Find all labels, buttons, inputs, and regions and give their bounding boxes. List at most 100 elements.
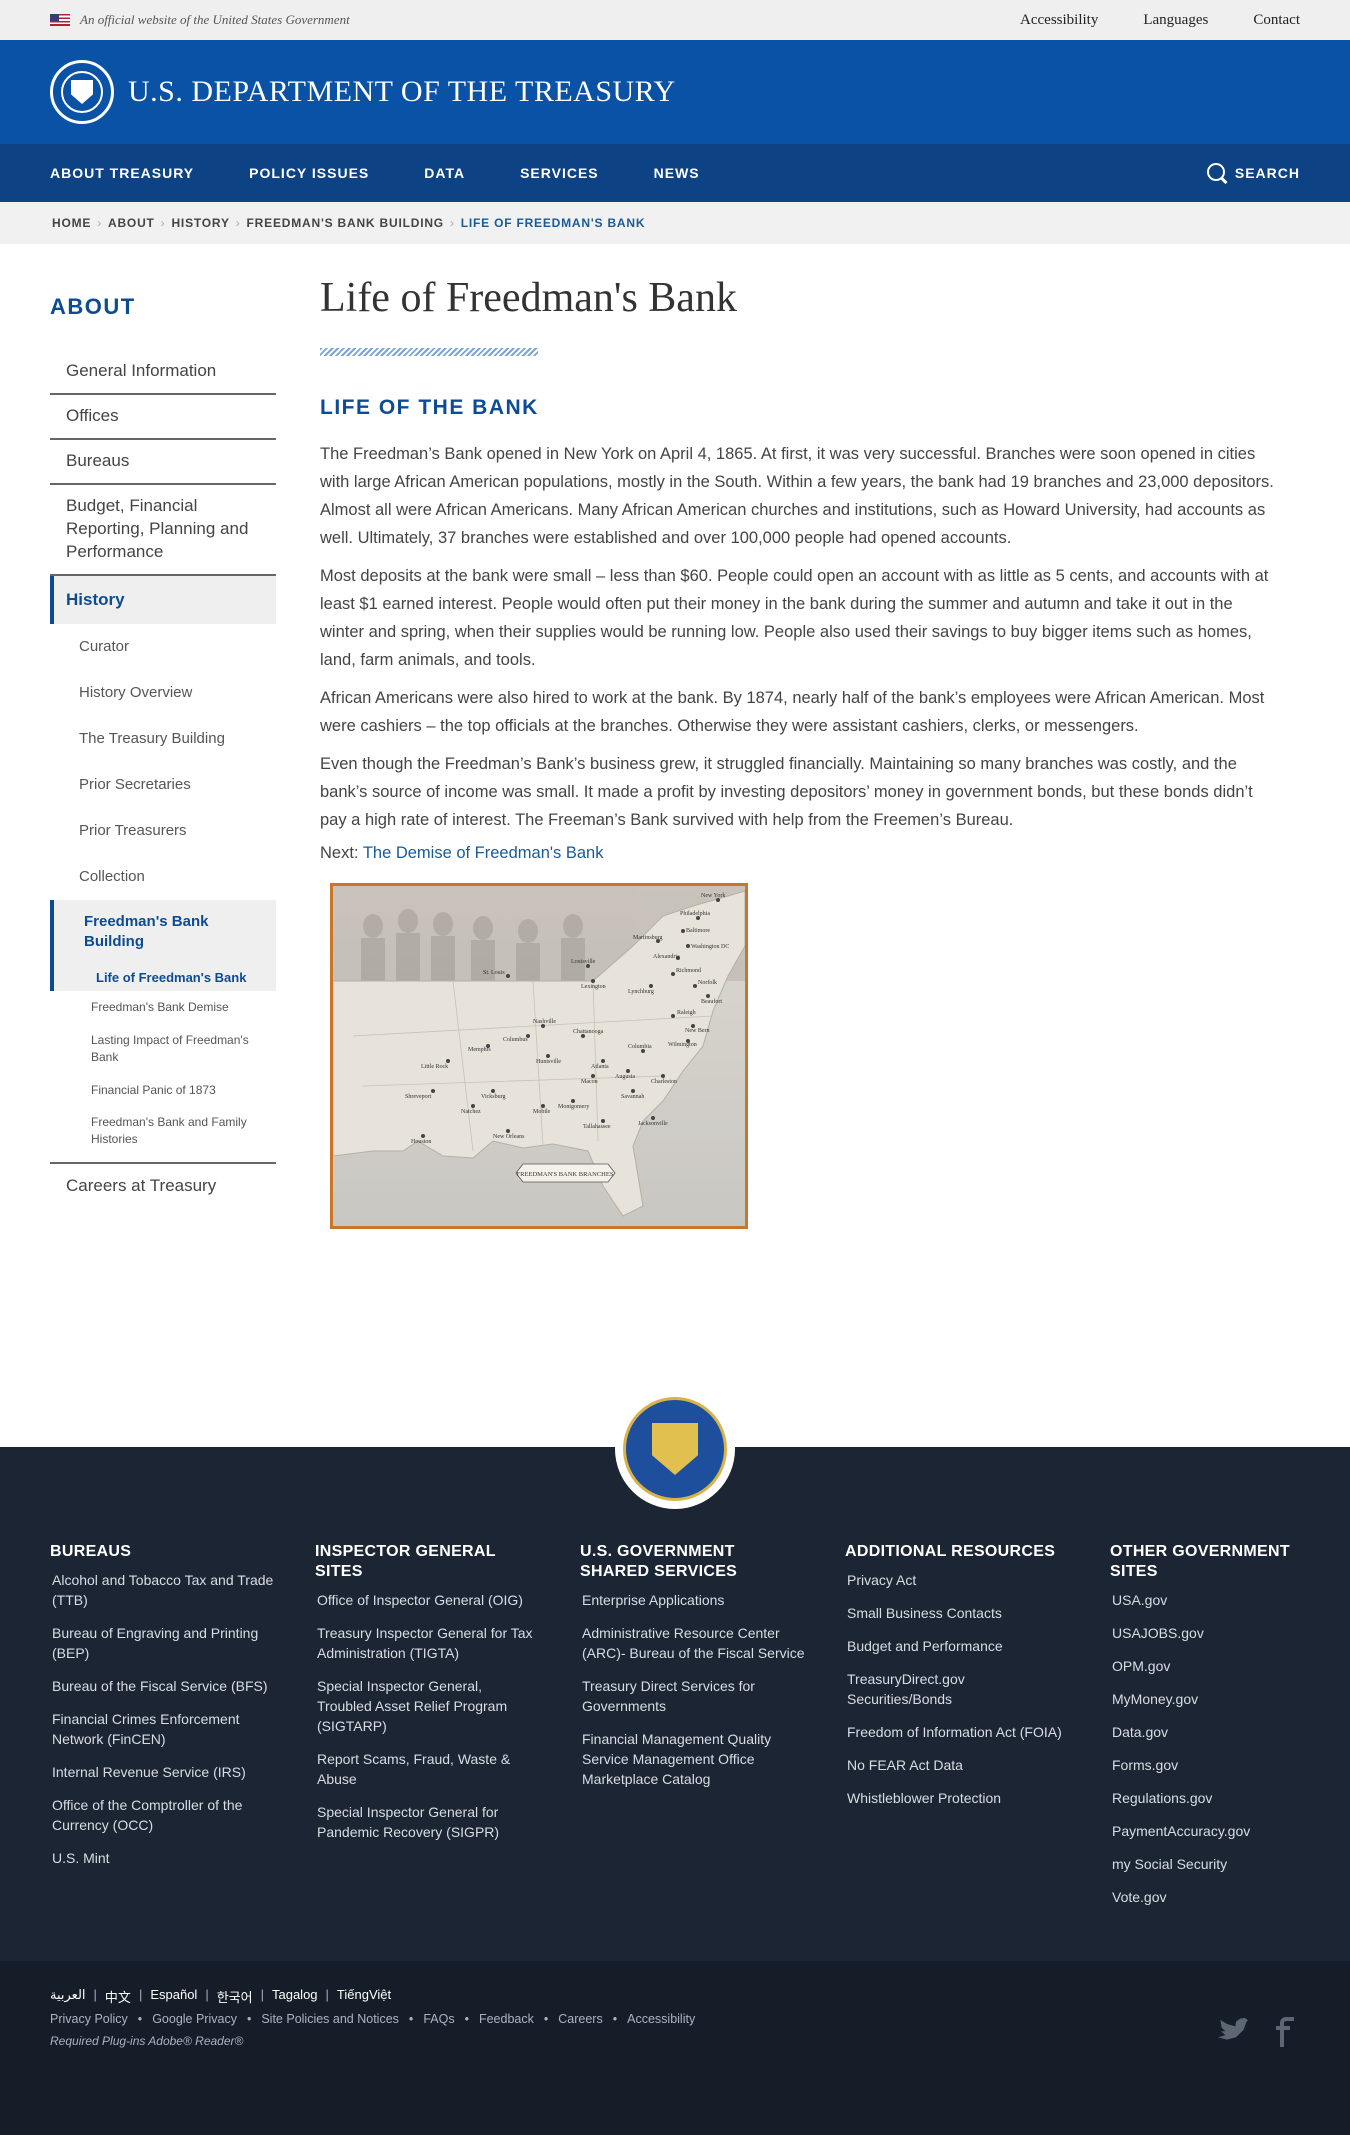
sidebar-subitem-prior-secretaries[interactable]: Prior Secretaries — [50, 762, 276, 808]
footer-link[interactable]: Budget and Performance — [845, 1636, 1070, 1656]
site-title[interactable]: U.S. DEPARTMENT OF THE TREASURY — [128, 75, 676, 109]
footer-col-title: OTHER GOVERNMENT SITES — [1110, 1543, 1290, 1580]
footer-link[interactable]: Special Inspector General, Troubled Asse… — [315, 1676, 540, 1736]
footer-link[interactable]: TreasuryDirect.gov Securities/Bonds — [845, 1669, 1070, 1709]
sidebar-subitem-lasting-impact[interactable]: Lasting Impact of Freedman's Bank — [50, 1024, 276, 1074]
footer-link[interactable]: Regulations.gov — [1110, 1788, 1335, 1808]
footer-link[interactable]: Internal Revenue Service (IRS) — [50, 1762, 275, 1782]
svg-text:Lexington: Lexington — [581, 984, 606, 990]
breadcrumb-home[interactable]: HOME — [52, 216, 91, 230]
breadcrumb-freedmans-bank-building[interactable]: FREEDMAN'S BANK BUILDING — [247, 216, 444, 230]
careers-link[interactable]: Careers — [558, 2012, 602, 2026]
branch-map-illustration: New York Philadelphia Baltimore Martinsb… — [333, 886, 745, 1226]
footer-link[interactable]: Treasury Inspector General for Tax Admin… — [315, 1623, 540, 1663]
site-header: U.S. DEPARTMENT OF THE TREASURY — [0, 40, 1350, 144]
freedmans-bank-branches-map[interactable]: New York Philadelphia Baltimore Martinsb… — [330, 883, 748, 1229]
facebook-icon[interactable] — [1276, 2017, 1294, 2047]
footer-link[interactable]: Bureau of the Fiscal Service (BFS) — [50, 1676, 275, 1696]
sidebar-subitem-curator[interactable]: Curator — [50, 624, 276, 670]
language-link[interactable]: 한국어 — [217, 1987, 253, 2006]
search-icon — [1206, 163, 1227, 183]
map-title-banner: FREEDMAN'S BANK BRANCHES — [515, 1163, 616, 1183]
footer-link[interactable]: Report Scams, Fraud, Waste & Abuse — [315, 1749, 540, 1789]
sidebar-subitem-treasury-building[interactable]: The Treasury Building — [50, 716, 276, 762]
nav-news[interactable]: NEWS — [654, 165, 700, 181]
footer-link[interactable]: Financial Management Quality Service Man… — [580, 1729, 805, 1789]
sidebar-item-careers[interactable]: Careers at Treasury — [50, 1164, 276, 1208]
footer-link[interactable]: Data.gov — [1110, 1722, 1335, 1742]
footer-link[interactable]: MyMoney.gov — [1110, 1689, 1335, 1709]
feedback-link[interactable]: Feedback — [479, 2012, 534, 2026]
sidebar-subitem-family-histories[interactable]: Freedman's Bank and Family Histories — [50, 1106, 276, 1156]
sidebar-item-budget[interactable]: Budget, Financial Reporting, Planning an… — [50, 485, 276, 576]
svg-text:Philadelphia: Philadelphia — [680, 911, 710, 917]
languages-link[interactable]: Languages — [1143, 12, 1208, 29]
nav-policy-issues[interactable]: POLICY ISSUES — [249, 165, 369, 181]
twitter-icon[interactable] — [1218, 2018, 1248, 2040]
paragraph: The Freedman’s Bank opened in New York o… — [320, 445, 1274, 547]
footer-link[interactable]: U.S. Mint — [50, 1848, 275, 1868]
sidebar-subitem-bank-demise[interactable]: Freedman's Bank Demise — [50, 991, 276, 1024]
breadcrumb-history[interactable]: HISTORY — [171, 216, 229, 230]
sidebar-subitem-freedmans-bank-building-link[interactable]: Freedman's Bank Building — [84, 912, 262, 953]
google-privacy-link[interactable]: Google Privacy — [152, 2012, 237, 2026]
sidebar-subitem-prior-treasurers[interactable]: Prior Treasurers — [50, 808, 276, 854]
footer-link[interactable]: No FEAR Act Data — [845, 1755, 1070, 1775]
language-link[interactable]: العربية — [50, 1987, 86, 2006]
footer-link[interactable]: Administrative Resource Center (ARC)- Bu… — [580, 1623, 805, 1663]
svg-text:Columbus: Columbus — [503, 1037, 528, 1043]
privacy-policy-link[interactable]: Privacy Policy — [50, 2012, 128, 2026]
footer-link[interactable]: Whistleblower Protection — [845, 1788, 1070, 1808]
footer-link[interactable]: PaymentAccuracy.gov — [1110, 1821, 1335, 1841]
faqs-link[interactable]: FAQs — [423, 2012, 454, 2026]
nav-about-treasury[interactable]: ABOUT TREASURY — [50, 165, 194, 181]
footer-link[interactable]: Vote.gov — [1110, 1887, 1335, 1907]
footer-link[interactable]: USAJOBS.gov — [1110, 1623, 1335, 1643]
breadcrumb-about[interactable]: ABOUT — [108, 216, 155, 230]
nav-data[interactable]: DATA — [424, 165, 465, 181]
contact-link[interactable]: Contact — [1253, 12, 1300, 29]
language-link[interactable]: Español — [150, 1987, 197, 2006]
footer-link[interactable]: Office of Inspector General (OIG) — [315, 1590, 540, 1610]
footer-link[interactable]: my Social Security — [1110, 1854, 1335, 1874]
footer-link[interactable]: Special Inspector General for Pandemic R… — [315, 1802, 540, 1842]
svg-text:Vicksburg: Vicksburg — [481, 1094, 506, 1100]
next-page-link[interactable]: The Demise of Freedman's Bank — [363, 844, 604, 862]
footer-link[interactable]: Bureau of Engraving and Printing (BEP) — [50, 1623, 275, 1663]
footer-link[interactable]: Small Business Contacts — [845, 1603, 1070, 1623]
footer-link[interactable]: Office of the Comptroller of the Currenc… — [50, 1795, 275, 1835]
divider: | — [93, 1987, 97, 2002]
language-link[interactable]: Tagalog — [272, 1987, 318, 2006]
footer-link[interactable]: Enterprise Applications — [580, 1590, 805, 1610]
separator-dot: • — [464, 2012, 469, 2026]
footer-link[interactable]: Freedom of Information Act (FOIA) — [845, 1722, 1070, 1742]
sidebar-item-history[interactable]: History — [50, 575, 276, 624]
svg-text:Mobile: Mobile — [533, 1109, 551, 1115]
footer-link[interactable]: Treasury Direct Services for Governments — [580, 1676, 805, 1716]
accessibility-link[interactable]: Accessibility — [1020, 12, 1098, 29]
language-link[interactable]: TiếngViệt — [337, 1987, 391, 2006]
footer-link[interactable]: USA.gov — [1110, 1590, 1335, 1610]
adobe-reader-link[interactable]: Adobe® Reader® — [148, 2034, 243, 2048]
footer-accessibility-link[interactable]: Accessibility — [627, 2012, 695, 2026]
sidebar-item-offices[interactable]: Offices — [50, 395, 276, 440]
footer-link[interactable]: Alcohol and Tobacco Tax and Trade (TTB) — [50, 1570, 275, 1610]
language-link[interactable]: 中文 — [105, 1987, 131, 2006]
sidebar-subitem-collection[interactable]: Collection — [50, 854, 276, 900]
sidebar-item-general-information[interactable]: General Information — [50, 360, 276, 395]
search-button[interactable]: SEARCH — [1206, 144, 1300, 202]
footer-link[interactable]: Forms.gov — [1110, 1755, 1335, 1775]
footer-link[interactable]: Privacy Act — [845, 1570, 1070, 1590]
treasury-seal-logo[interactable] — [50, 60, 114, 124]
site-policies-link[interactable]: Site Policies and Notices — [261, 2012, 399, 2026]
nav-services[interactable]: SERVICES — [520, 165, 599, 181]
footer-link[interactable]: OPM.gov — [1110, 1656, 1335, 1676]
sidebar-current-page[interactable]: Life of Freedman's Bank — [84, 952, 262, 991]
svg-text:Norfolk: Norfolk — [698, 979, 717, 986]
footer-link[interactable]: Financial Crimes Enforcement Network (Fi… — [50, 1709, 275, 1749]
sidebar-item-bureaus[interactable]: Bureaus — [50, 440, 276, 485]
sidebar-subitem-financial-panic[interactable]: Financial Panic of 1873 — [50, 1074, 276, 1107]
breadcrumb: HOME › ABOUT › HISTORY › FREEDMAN'S BANK… — [0, 202, 1350, 244]
social-links — [1218, 2017, 1294, 2047]
sidebar-subitem-history-overview[interactable]: History Overview — [50, 670, 276, 716]
